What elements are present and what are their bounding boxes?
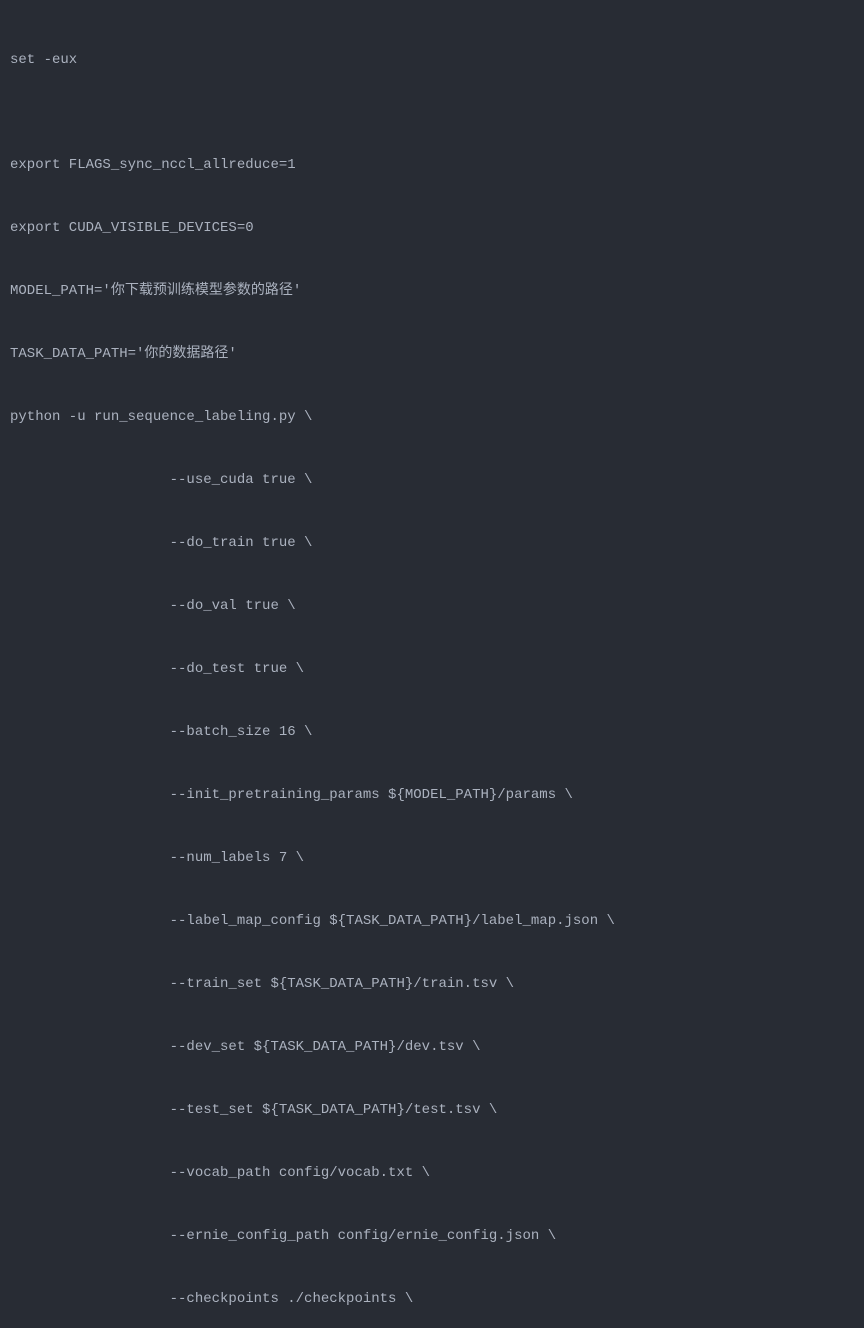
code-line: --ernie_config_path config/ernie_config.… (10, 1226, 854, 1247)
code-line: TASK_DATA_PATH='你的数据路径' (10, 344, 854, 365)
code-line: python -u run_sequence_labeling.py \ (10, 407, 854, 428)
code-line: --num_labels 7 \ (10, 848, 854, 869)
code-line: --test_set ${TASK_DATA_PATH}/test.tsv \ (10, 1100, 854, 1121)
code-line: --train_set ${TASK_DATA_PATH}/train.tsv … (10, 974, 854, 995)
code-line: set -eux (10, 50, 854, 71)
code-block: set -eux export FLAGS_sync_nccl_allreduc… (10, 8, 854, 1328)
code-line: --use_cuda true \ (10, 470, 854, 491)
code-line: --do_test true \ (10, 659, 854, 680)
code-line: --init_pretraining_params ${MODEL_PATH}/… (10, 785, 854, 806)
code-line: --batch_size 16 \ (10, 722, 854, 743)
code-line: --dev_set ${TASK_DATA_PATH}/dev.tsv \ (10, 1037, 854, 1058)
code-line: export CUDA_VISIBLE_DEVICES=0 (10, 218, 854, 239)
code-line: --do_train true \ (10, 533, 854, 554)
code-line: --do_val true \ (10, 596, 854, 617)
code-line: --label_map_config ${TASK_DATA_PATH}/lab… (10, 911, 854, 932)
code-line: --checkpoints ./checkpoints \ (10, 1289, 854, 1310)
code-line: MODEL_PATH='你下载预训练模型参数的路径' (10, 281, 854, 302)
code-line: --vocab_path config/vocab.txt \ (10, 1163, 854, 1184)
code-line: export FLAGS_sync_nccl_allreduce=1 (10, 155, 854, 176)
